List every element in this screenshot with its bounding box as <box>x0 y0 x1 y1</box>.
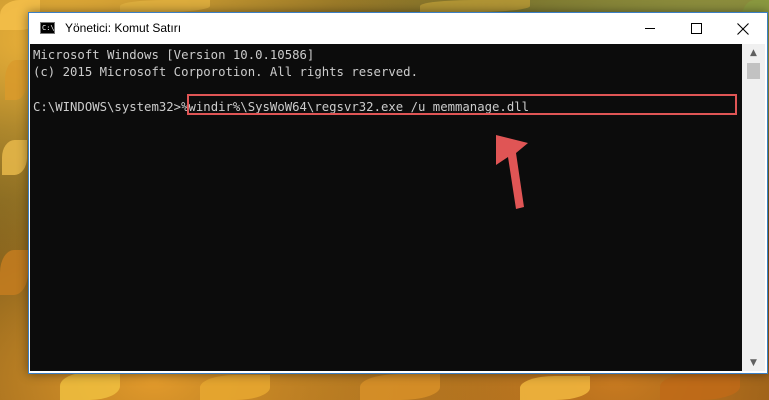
command-highlight-box <box>187 94 737 115</box>
command-prompt-window: C:\ Yönetici: Komut Satırı Microsoft Win… <box>28 12 768 374</box>
console-line: (c) 2015 Microsoft Corporotion. All righ… <box>33 65 418 79</box>
leaf-decoration <box>660 373 740 400</box>
leaf-decoration <box>60 372 120 400</box>
console-output[interactable]: Microsoft Windows [Version 10.0.10586] (… <box>30 44 742 371</box>
scroll-up-icon: ▲ <box>750 47 757 58</box>
leaf-decoration <box>520 376 590 400</box>
leaf-decoration <box>0 250 28 295</box>
vertical-scrollbar[interactable]: ▲ ▼ <box>742 44 765 371</box>
scrollbar-thumb[interactable] <box>747 63 760 79</box>
maximize-button[interactable] <box>673 13 719 44</box>
minimize-icon <box>645 28 655 29</box>
scroll-up-button[interactable]: ▲ <box>742 44 765 61</box>
leaf-decoration <box>360 374 440 400</box>
leaf-decoration <box>200 375 270 400</box>
title-bar[interactable]: C:\ Yönetici: Komut Satırı <box>29 13 767 44</box>
leaf-decoration <box>420 0 530 12</box>
close-icon <box>737 22 749 35</box>
prompt-path: C:\WINDOWS\system32> <box>33 100 182 114</box>
annotation-arrow-icon <box>496 135 528 209</box>
window-title: Yönetici: Komut Satırı <box>65 21 182 35</box>
leaf-decoration <box>2 140 27 175</box>
console-line: Microsoft Windows [Version 10.0.10586] <box>33 48 315 62</box>
scroll-down-icon: ▼ <box>750 357 757 368</box>
minimize-button[interactable] <box>627 13 673 44</box>
maximize-icon <box>690 23 702 34</box>
cmd-icon: C:\ <box>40 22 55 34</box>
leaf-decoration <box>5 60 27 100</box>
scroll-down-button[interactable]: ▼ <box>742 354 765 371</box>
close-button[interactable] <box>720 13 766 44</box>
leaf-decoration <box>120 0 210 12</box>
